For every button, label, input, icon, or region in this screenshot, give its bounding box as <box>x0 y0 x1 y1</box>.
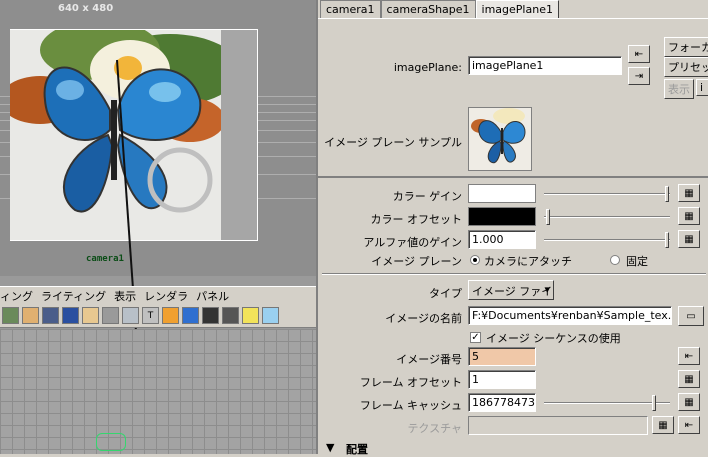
fixed-label: 固定 <box>626 255 648 268</box>
menu-renderer[interactable]: レンダラ <box>144 288 188 304</box>
texture-label: テクスチャ <box>407 422 462 435</box>
placement-section-label[interactable]: 配置 <box>346 441 368 457</box>
alpha-gain-field[interactable]: 1.000 <box>468 230 536 249</box>
chevron-down-icon: ▾ <box>544 283 550 296</box>
left-panel: 640 x 480 camera1 ィング ライティング 表示 レンダラ パネル… <box>0 0 316 454</box>
attach-camera-label: カメラにアタッチ <box>484 255 572 268</box>
sample-label: イメージ プレーン サンプル <box>324 136 462 149</box>
frame-offset-field[interactable]: 1 <box>468 370 536 389</box>
color-offset-knob[interactable] <box>546 209 550 225</box>
input-texture-icon[interactable]: ⇤ <box>678 416 700 434</box>
attribute-section: カラー ゲイン ▦ カラー オフセット ▦ アルファ値のゲイン 1.000 ▦ … <box>318 176 708 457</box>
image-plane-sample <box>468 107 532 171</box>
use-sequence-checkbox[interactable]: ✓ <box>470 332 481 343</box>
light-icon[interactable] <box>82 307 99 324</box>
map-button-color-offset-icon[interactable]: ▦ <box>678 207 700 225</box>
type-dropdown-value: イメージ ファイル <box>472 285 553 298</box>
butterfly-thumbnail <box>469 108 531 170</box>
wireframe-icon[interactable] <box>102 307 119 324</box>
map-button-color-gain-icon[interactable]: ▦ <box>678 184 700 202</box>
frame-offset-label: フレーム オフセット <box>359 376 462 389</box>
image-name-field[interactable]: F:¥Documents¥renban¥Sample_tex.001 <box>468 306 672 325</box>
select-output-icon[interactable]: ⇥ <box>628 67 650 85</box>
hide-button[interactable]: i <box>696 79 708 96</box>
focus-button[interactable]: フォーカ <box>664 37 708 57</box>
image-name-label: イメージの名前 <box>385 312 462 325</box>
grid-icon[interactable] <box>22 307 39 324</box>
shaded-box-icon[interactable] <box>182 307 199 324</box>
film-gate-margin <box>221 30 257 240</box>
perspective-viewport[interactable] <box>0 329 316 454</box>
fixed-radio[interactable] <box>610 255 620 265</box>
input-connection-icon[interactable]: ⇤ <box>678 347 700 365</box>
alpha-gain-label: アルファ値のゲイン <box>363 236 462 249</box>
menu-lighting[interactable]: ライティング <box>41 288 106 304</box>
frame-cache-field[interactable]: 1867784736 <box>468 393 536 412</box>
cube-icon[interactable] <box>2 307 19 324</box>
alpha-gain-slider[interactable] <box>544 239 670 241</box>
camera-viewport[interactable]: 640 x 480 camera1 <box>0 0 316 276</box>
attribute-editor: camera1 cameraShape1 imagePlane1 imagePl… <box>316 0 708 457</box>
folder-icon[interactable]: ▭ <box>678 306 704 326</box>
imageplane-label: imagePlane: <box>393 61 462 74</box>
checker-icon[interactable] <box>122 307 139 324</box>
imageplane-name-field[interactable]: imagePlane1 <box>468 56 622 75</box>
presets-button[interactable]: プリセッ <box>664 57 708 77</box>
sphere-icon[interactable] <box>62 307 79 324</box>
color-gain-label: カラー ゲイン <box>392 190 462 203</box>
show-button[interactable]: 表示 <box>664 79 694 99</box>
menu-panels[interactable]: パネル <box>196 288 229 304</box>
tab-imageplane1[interactable]: imagePlane1 <box>475 0 559 18</box>
bulb-icon[interactable] <box>242 307 259 324</box>
image-number-field[interactable]: 5 <box>468 347 536 366</box>
attach-camera-radio[interactable] <box>470 255 480 265</box>
map-button-frame-cache-icon[interactable]: ▦ <box>678 393 700 411</box>
collapse-arrow-icon[interactable]: ▼ <box>326 441 334 454</box>
color-offset-swatch[interactable] <box>468 207 536 226</box>
color-offset-slider[interactable] <box>544 216 670 218</box>
type-dropdown[interactable]: イメージ ファイル ▾ <box>468 280 554 300</box>
frame-cache-knob[interactable] <box>652 395 656 411</box>
image-number-label: イメージ番号 <box>396 353 462 366</box>
image-plane-mode-label: イメージ プレーン <box>371 255 462 268</box>
dark-box-icon[interactable] <box>222 307 239 324</box>
node-header: imagePlane: imagePlane1 ⇤ ⇥ フォーカ プリセッ 表示… <box>318 18 708 176</box>
extra-icon[interactable] <box>262 307 279 324</box>
separator <box>322 273 706 275</box>
type-label: タイプ <box>429 287 462 300</box>
panel-toolbar: T <box>0 304 316 328</box>
box-icon[interactable] <box>162 307 179 324</box>
menu-shading[interactable]: ィング <box>0 288 33 304</box>
camera-object-icon[interactable] <box>96 433 126 451</box>
tab-camerashape1[interactable]: cameraShape1 <box>380 0 476 18</box>
map-button-alpha-gain-icon[interactable]: ▦ <box>678 230 700 248</box>
tab-camera1[interactable]: camera1 <box>320 0 381 18</box>
color-offset-label: カラー オフセット <box>370 213 463 226</box>
text-icon[interactable]: T <box>142 307 159 324</box>
frame-cache-label: フレーム キャッシュ <box>359 399 462 412</box>
black-box-icon[interactable] <box>202 307 219 324</box>
texture-field <box>468 416 648 435</box>
menu-show[interactable]: 表示 <box>114 288 136 304</box>
use-sequence-label: イメージ シーケンスの使用 <box>486 332 621 345</box>
panel-menubar: ィング ライティング 表示 レンダラ パネル <box>0 286 316 304</box>
color-gain-knob[interactable] <box>665 186 669 202</box>
select-input-icon[interactable]: ⇤ <box>628 45 650 63</box>
resolution-label: 640 x 480 <box>58 3 114 14</box>
camera-name-label: camera1 <box>86 254 124 264</box>
map-button-frame-offset-icon[interactable]: ▦ <box>678 370 700 388</box>
color-gain-swatch[interactable] <box>468 184 536 203</box>
node-tabs: camera1 cameraShape1 imagePlane1 <box>320 0 559 18</box>
texture-icon[interactable] <box>42 307 59 324</box>
color-gain-slider[interactable] <box>544 193 670 195</box>
map-button-texture-icon[interactable]: ▦ <box>652 416 674 434</box>
alpha-gain-knob[interactable] <box>665 232 669 248</box>
